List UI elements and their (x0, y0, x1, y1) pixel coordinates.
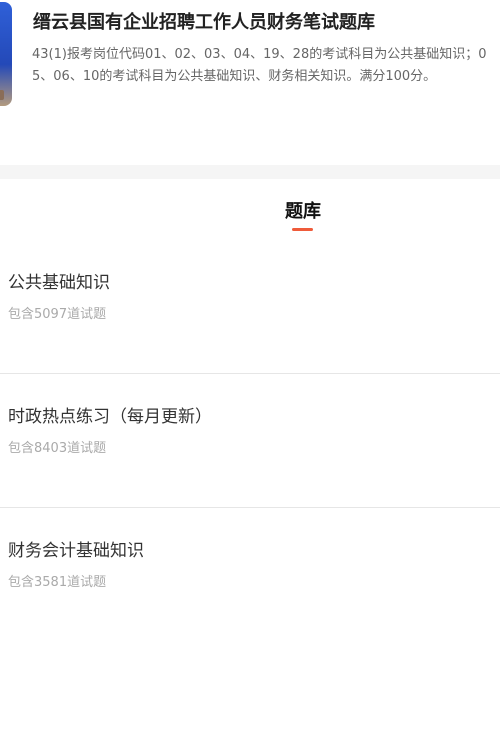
section-title: 题库 (285, 201, 321, 222)
header: 缙云县国有企业招聘工作人员财务笔试题库 43(1)报考岗位代码01、02、03、… (0, 0, 500, 165)
section-header: 题库 (0, 179, 500, 239)
book-cover-image[interactable] (0, 2, 12, 106)
bank-count: 包含3581道试题 (8, 575, 107, 590)
bank-name: 时政热点练习（每月更新） (8, 407, 212, 427)
bank-item-accounting-basics[interactable]: 财务会计基础知识 包含3581道试题 (0, 508, 500, 641)
bank-list: 公共基础知识 包含5097道试题 时政热点练习（每月更新） 包含8403道试题 … (0, 240, 500, 641)
cover-emblem-icon (0, 90, 4, 100)
section-divider (0, 165, 500, 179)
bank-item-current-affairs[interactable]: 时政热点练习（每月更新） 包含8403道试题 (0, 374, 500, 508)
bank-count: 包含8403道试题 (8, 441, 107, 456)
exam-description: 43(1)报考岗位代码01、02、03、04、19、28的考试科目为公共基础知识… (32, 47, 487, 84)
bank-name: 财务会计基础知识 (8, 541, 144, 561)
bank-item-public-knowledge[interactable]: 公共基础知识 包含5097道试题 (0, 240, 500, 374)
page-title: 缙云县国有企业招聘工作人员财务笔试题库 (33, 12, 375, 33)
page: 缙云县国有企业招聘工作人员财务笔试题库 43(1)报考岗位代码01、02、03、… (0, 0, 500, 730)
active-underline (292, 228, 313, 231)
bank-name: 公共基础知识 (8, 273, 110, 293)
bank-count: 包含5097道试题 (8, 307, 107, 322)
